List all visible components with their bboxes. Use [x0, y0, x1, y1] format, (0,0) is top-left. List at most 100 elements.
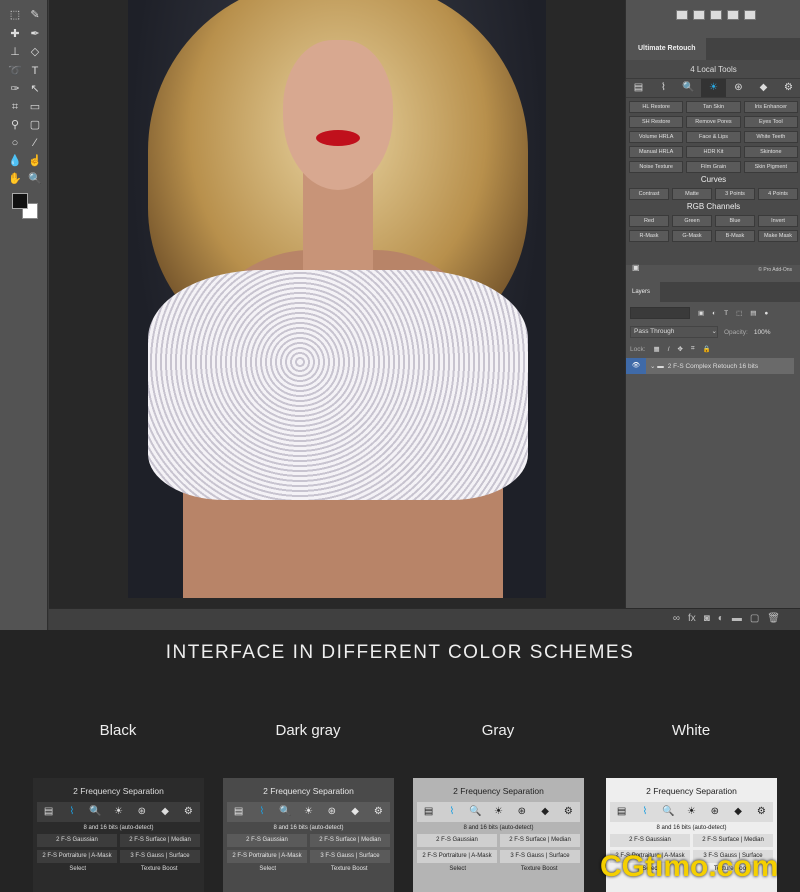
curves-button[interactable]: Matte: [672, 188, 712, 200]
filter-image-icon[interactable]: ▣: [698, 309, 704, 317]
curves-icon[interactable]: [693, 10, 705, 20]
tab-ultimate-retouch[interactable]: Ultimate Retouch: [626, 38, 706, 60]
hand-tool-icon[interactable]: ✋: [8, 172, 22, 186]
document-icon[interactable]: ▤: [626, 79, 651, 97]
scheme-button[interactable]: 2 F-S Gaussian: [417, 834, 497, 847]
marquee-tool-icon[interactable]: ⬚: [8, 8, 22, 22]
filter-toggle-icon[interactable]: ●: [764, 310, 768, 317]
blur-tool-icon[interactable]: 💧: [8, 154, 22, 168]
path-select-tool-icon[interactable]: ↖: [28, 82, 42, 96]
ellipse-tool-icon[interactable]: ○: [8, 136, 22, 150]
fx-icon[interactable]: fx: [688, 613, 696, 624]
scheme-button[interactable]: 2 F-S Gaussian: [227, 834, 307, 847]
scheme-button[interactable]: 2 F-S Surface | Median: [310, 834, 390, 847]
tools-button[interactable]: Skintone: [743, 146, 798, 158]
tools-button[interactable]: Noise Texture: [629, 161, 684, 173]
channels-icon[interactable]: ⊛: [130, 802, 153, 822]
tools-button[interactable]: Iris Enhancer: [743, 101, 798, 113]
folder-icon[interactable]: ▬: [732, 613, 742, 624]
eraser-tool-icon[interactable]: ◇: [28, 45, 42, 59]
lasso-tool-icon[interactable]: ➰: [8, 64, 22, 78]
eyedropper-tool-icon[interactable]: ⁄: [28, 136, 42, 150]
channels-icon[interactable]: ⊛: [510, 802, 533, 822]
trash-icon[interactable]: 🗑: [767, 613, 780, 624]
gradient-tool-icon[interactable]: ▭: [28, 100, 42, 114]
tools-button[interactable]: Film Grain: [686, 161, 741, 173]
document-icon[interactable]: ▤: [610, 802, 633, 822]
rgb-button[interactable]: G-Mask: [672, 230, 712, 242]
contrast-icon[interactable]: ☀: [701, 79, 726, 97]
channel-mixer-icon[interactable]: [727, 10, 739, 20]
stamp-tool-icon[interactable]: ⊥: [8, 45, 22, 59]
diamond-icon[interactable]: ◆: [153, 802, 176, 822]
scheme-button[interactable]: 2 F-S Portraiture | A-Mask: [417, 850, 497, 863]
filter-shape-icon[interactable]: ⬚: [736, 309, 742, 317]
pen-tool-2-icon[interactable]: ✑: [8, 82, 22, 96]
smudge-tool-icon[interactable]: ☝: [28, 154, 42, 168]
gradient-map-icon[interactable]: [744, 10, 756, 20]
document-icon[interactable]: ▤: [417, 802, 440, 822]
channels-icon[interactable]: ⊛: [726, 79, 751, 97]
magnifier-icon[interactable]: 🔍: [464, 802, 487, 822]
tools-button[interactable]: Manual HRLA: [629, 146, 684, 158]
document-icon[interactable]: ▤: [37, 802, 60, 822]
diamond-icon[interactable]: ◆: [751, 79, 776, 97]
foreground-color-swatch[interactable]: [12, 193, 28, 209]
brush-tool-icon[interactable]: ✎: [28, 8, 42, 22]
scheme-button[interactable]: 2 F-S Surface | Median: [120, 834, 200, 847]
rgb-button[interactable]: Invert: [758, 215, 798, 227]
filter-type-icon[interactable]: T: [724, 310, 728, 317]
pulse-icon[interactable]: ⌇: [651, 79, 676, 97]
tools-button[interactable]: Face & Lips: [686, 131, 741, 143]
rgb-button[interactable]: Green: [672, 215, 712, 227]
gear-icon[interactable]: ⚙: [177, 802, 200, 822]
scheme-button[interactable]: 2 F-S Gaussian: [610, 834, 690, 847]
diamond-icon[interactable]: ◆: [343, 802, 366, 822]
tools-button[interactable]: Volume HRLA: [629, 131, 684, 143]
magnifier-icon[interactable]: 🔍: [274, 802, 297, 822]
gear-icon[interactable]: ⚙: [750, 802, 773, 822]
tools-button[interactable]: Remove Pores: [686, 116, 741, 128]
tools-button[interactable]: SH Restore: [629, 116, 684, 128]
channels-icon[interactable]: ⊛: [703, 802, 726, 822]
curves-button[interactable]: 3 Points: [715, 188, 755, 200]
exposure-icon[interactable]: [710, 10, 722, 20]
layer-row[interactable]: 👁 ⌄ ▬ 2 F-S Complex Retouch 16 bits: [626, 358, 794, 374]
visibility-eye-icon[interactable]: 👁: [626, 358, 646, 374]
pulse-icon[interactable]: ⌇: [633, 802, 656, 822]
diamond-icon[interactable]: ◆: [726, 802, 749, 822]
lock-artboard-icon[interactable]: ⌗: [691, 345, 695, 353]
magnifier-icon[interactable]: 🔍: [84, 802, 107, 822]
tools-button[interactable]: Skin Pigment: [743, 161, 798, 173]
gear-icon[interactable]: ⚙: [367, 802, 390, 822]
gear-icon[interactable]: ⚙: [776, 79, 800, 97]
filter-adjustment-icon[interactable]: ◐: [712, 310, 716, 317]
lock-transparent-icon[interactable]: ▦: [654, 345, 660, 353]
healing-tool-icon[interactable]: ✚: [8, 27, 22, 41]
magnifier-icon[interactable]: 🔍: [657, 802, 680, 822]
tools-button[interactable]: HDR Kit: [686, 146, 741, 158]
scheme-button[interactable]: 2 F-S Gaussian: [37, 834, 117, 847]
new-layer-icon[interactable]: ▢: [750, 613, 759, 624]
crop-tool-icon[interactable]: ⌗: [8, 100, 22, 114]
curves-button[interactable]: Contrast: [629, 188, 669, 200]
filter-smart-icon[interactable]: ▤: [750, 309, 756, 317]
lock-paint-icon[interactable]: /: [668, 346, 670, 353]
rgb-button[interactable]: Blue: [715, 215, 755, 227]
lock-position-icon[interactable]: ✥: [678, 345, 683, 353]
layer-filter-input[interactable]: [630, 307, 690, 319]
adjustment-icon[interactable]: ◐: [718, 613, 724, 624]
scheme-button[interactable]: 2 F-S Portraiture | A-Mask: [227, 850, 307, 863]
contrast-icon[interactable]: ☀: [487, 802, 510, 822]
pulse-icon[interactable]: ⌇: [250, 802, 273, 822]
folder-expand-icon[interactable]: ⌄ ▬: [650, 362, 664, 370]
channels-icon[interactable]: ⊛: [320, 802, 343, 822]
levels-icon[interactable]: [676, 10, 688, 20]
curves-button[interactable]: 4 Points: [758, 188, 798, 200]
zoom-tool-icon[interactable]: 🔍: [28, 172, 42, 186]
blend-mode-select[interactable]: Pass Through ⌄: [630, 326, 718, 338]
contrast-icon[interactable]: ☀: [680, 802, 703, 822]
tools-button[interactable]: White Teeth: [743, 131, 798, 143]
tab-layers[interactable]: Layers: [626, 282, 660, 302]
contrast-icon[interactable]: ☀: [107, 802, 130, 822]
